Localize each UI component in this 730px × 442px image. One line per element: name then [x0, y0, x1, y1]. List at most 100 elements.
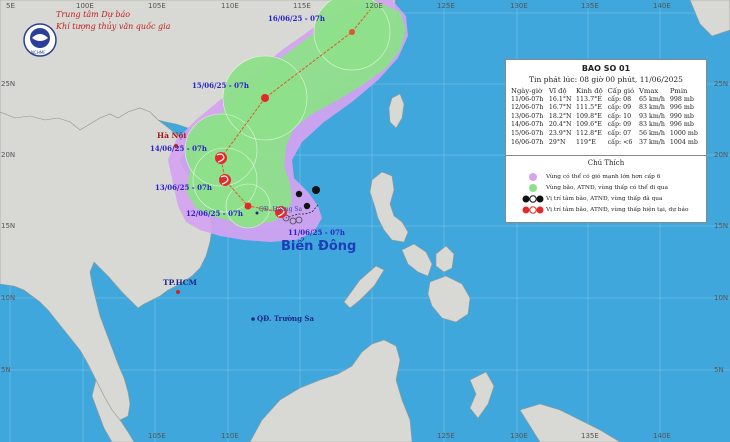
bulletin-issued: Tin phát lúc: 08 giờ 00 phút, 11/06/2025	[529, 75, 683, 84]
cell: 23.9°N	[548, 129, 572, 137]
spratly-marker	[251, 317, 255, 321]
cell: 112.8°E	[576, 129, 602, 137]
lon-label-bottom-125e: 125E	[437, 432, 455, 440]
legend-title: Chú Thích	[587, 159, 625, 167]
cell: 14/06-07h	[511, 121, 544, 129]
cell: 109.8°E	[576, 112, 602, 120]
cell: cấp: 10	[607, 112, 632, 120]
lon-label-105e: 105E	[148, 2, 166, 10]
table-row: 16/06-07h 29°N 119°E cấp: <6 37 km/h 1004 mb	[510, 139, 702, 148]
cell: 16/06-07h	[511, 138, 544, 146]
cell: 1000 mb	[669, 129, 698, 137]
cell: 1004 mb	[669, 138, 698, 146]
bulletin-panel: BAO SO 01 Tin phát lúc: 08 giờ 00 phút, …	[505, 59, 707, 157]
corner-lon-label: 5E	[6, 2, 15, 10]
col-lat: Vĩ độ	[548, 87, 567, 95]
legend-panel: Chú Thích Vùng có thể có gió mạnh lớn hơ…	[505, 155, 707, 223]
date-label-16: 16/06/25 - 07h	[268, 14, 325, 23]
cell: 996 mb	[669, 121, 694, 129]
cell: 13/06-07h	[511, 112, 544, 120]
lon-label-115e: 115E	[293, 2, 311, 10]
lon-label-bottom-110e: 110E	[221, 432, 239, 440]
lon-label-bottom-130e: 130E	[510, 432, 528, 440]
cell: cấp: 08	[607, 95, 632, 103]
date-label-15: 15/06/25 - 07h	[192, 81, 249, 90]
legend-item-past: Vị trí tâm bão, ATNĐ, vùng thấp đã qua	[546, 196, 663, 202]
legend-current-storm-icon	[522, 206, 544, 214]
cell: 56 km/h	[639, 129, 665, 137]
lat-label-20n: 20N	[1, 151, 16, 159]
org-name-line2: Khí tượng thủy văn quốc gia	[56, 22, 171, 31]
lat-label-right-25n: 25N	[714, 80, 729, 88]
cell: 998 mb	[669, 95, 694, 103]
hanoi-label: Hà Nội	[157, 131, 187, 140]
table-row: 12/06-07h 16.7°N 111.5°E cấp: 09 83 km/h 996 …	[510, 104, 702, 113]
legend-past-storm-icon	[522, 195, 544, 203]
cell: cấp: 09	[607, 104, 632, 112]
table-row: 11/06-07h 16.1°N 113.7°E cấp: 08 65 km/h 998 …	[510, 96, 702, 105]
org-name-line1: Trung tâm Dự báo	[56, 10, 131, 19]
lon-label-bottom-135e: 135E	[581, 432, 599, 440]
cell: 990 mb	[669, 112, 694, 120]
hcm-label: TP.HCM	[163, 278, 197, 287]
cell: cấp: 09	[607, 121, 632, 129]
legend-green-swatch-icon	[529, 184, 537, 192]
storm-forecast-16-icon	[349, 29, 355, 35]
col-wind-level: Cấp gió	[607, 87, 635, 95]
hcm-marker	[176, 290, 180, 294]
cell: 16.7°N	[548, 104, 572, 112]
lat-label-right-20n: 20N	[714, 151, 729, 159]
date-label-11: 11/06/25 - 07h	[288, 228, 345, 237]
col-pmin: Pmin	[669, 87, 688, 95]
lat-label-10n: 10N	[1, 294, 16, 302]
lat-label-5n: 5N	[1, 366, 11, 374]
cell: cấp: 07	[607, 129, 632, 137]
lon-label-bottom-140e: 140E	[653, 432, 671, 440]
cell: 16.1°N	[548, 95, 572, 103]
lon-label-120e: 120E	[365, 2, 383, 10]
table-row: 14/06-07h 20.4°N 109.6°E cấp: 09 83 km/h 996 …	[510, 121, 702, 130]
cell: 83 km/h	[639, 121, 665, 129]
table-row: 15/06-07h 23.9°N 112.8°E cấp: 07 56 km/h 1000…	[510, 130, 702, 139]
date-label-13: 13/06/25 - 07h	[155, 183, 212, 192]
lon-label-130e: 130E	[510, 2, 528, 10]
storm-forecast-15-icon	[261, 94, 269, 102]
storm-forecast-12-icon	[244, 202, 252, 210]
lon-label-100e: 100E	[76, 2, 94, 10]
lon-label-bottom-105e: 105E	[148, 432, 166, 440]
spratly-label: QĐ. Trường Sa	[257, 314, 314, 323]
cell: 37 km/h	[639, 138, 665, 146]
legend-purple-swatch-icon	[529, 173, 537, 181]
lon-label-110e: 110E	[221, 2, 239, 10]
storm-forecast-14-icon	[215, 152, 227, 164]
cell: 111.5°E	[576, 104, 602, 112]
table-row: 13/06-07h 18.2°N 109.8°E cấp: 10 93 km/h 990 …	[510, 113, 702, 122]
lon-label-140e: 140E	[653, 2, 671, 10]
lon-label-125e: 125E	[437, 2, 455, 10]
legend-item-cone: Vùng bão, ATNĐ, vùng thấp có thể đi qua	[546, 185, 668, 191]
cell: 29°N	[548, 138, 566, 146]
cell: 109.6°E	[576, 121, 602, 129]
cell: 15/06-07h	[511, 129, 544, 137]
lat-label-right-5n: 5N	[714, 366, 724, 374]
bulletin-table: Ngày-giờ Vĩ độ Kinh độ Cấp gió Vmax Pmin…	[510, 87, 702, 147]
storm-forecast-13-icon	[219, 174, 231, 186]
legend-item-wind-zone: Vùng có thể có gió mạnh lớn hơn cấp 6	[546, 174, 661, 180]
cell: 113.7°E	[576, 95, 602, 103]
cell: 83 km/h	[639, 104, 665, 112]
cell: 20.4°N	[548, 121, 572, 129]
col-datetime: Ngày-giờ	[511, 87, 543, 95]
bien-dong-label: Biển Đông	[281, 239, 357, 254]
logo-text: NCHMF	[31, 50, 46, 55]
cell: 93 km/h	[639, 112, 665, 120]
bulletin-title: BAO SO 01	[581, 64, 631, 73]
legend-item-current: Vị trí tâm bão, ATNĐ, vùng thấp hiện tại…	[546, 207, 689, 213]
cell: 119°E	[576, 138, 596, 146]
lat-label-25n: 25N	[1, 80, 16, 88]
cell: 65 km/h	[639, 95, 665, 103]
lon-label-135e: 135E	[581, 2, 599, 10]
cell: 996 mb	[669, 104, 694, 112]
bulletin-header-row: Ngày-giờ Vĩ độ Kinh độ Cấp gió Vmax Pmin	[510, 87, 702, 96]
lat-label-right-10n: 10N	[714, 294, 729, 302]
date-label-14: 14/06/25 - 07h	[150, 144, 207, 153]
